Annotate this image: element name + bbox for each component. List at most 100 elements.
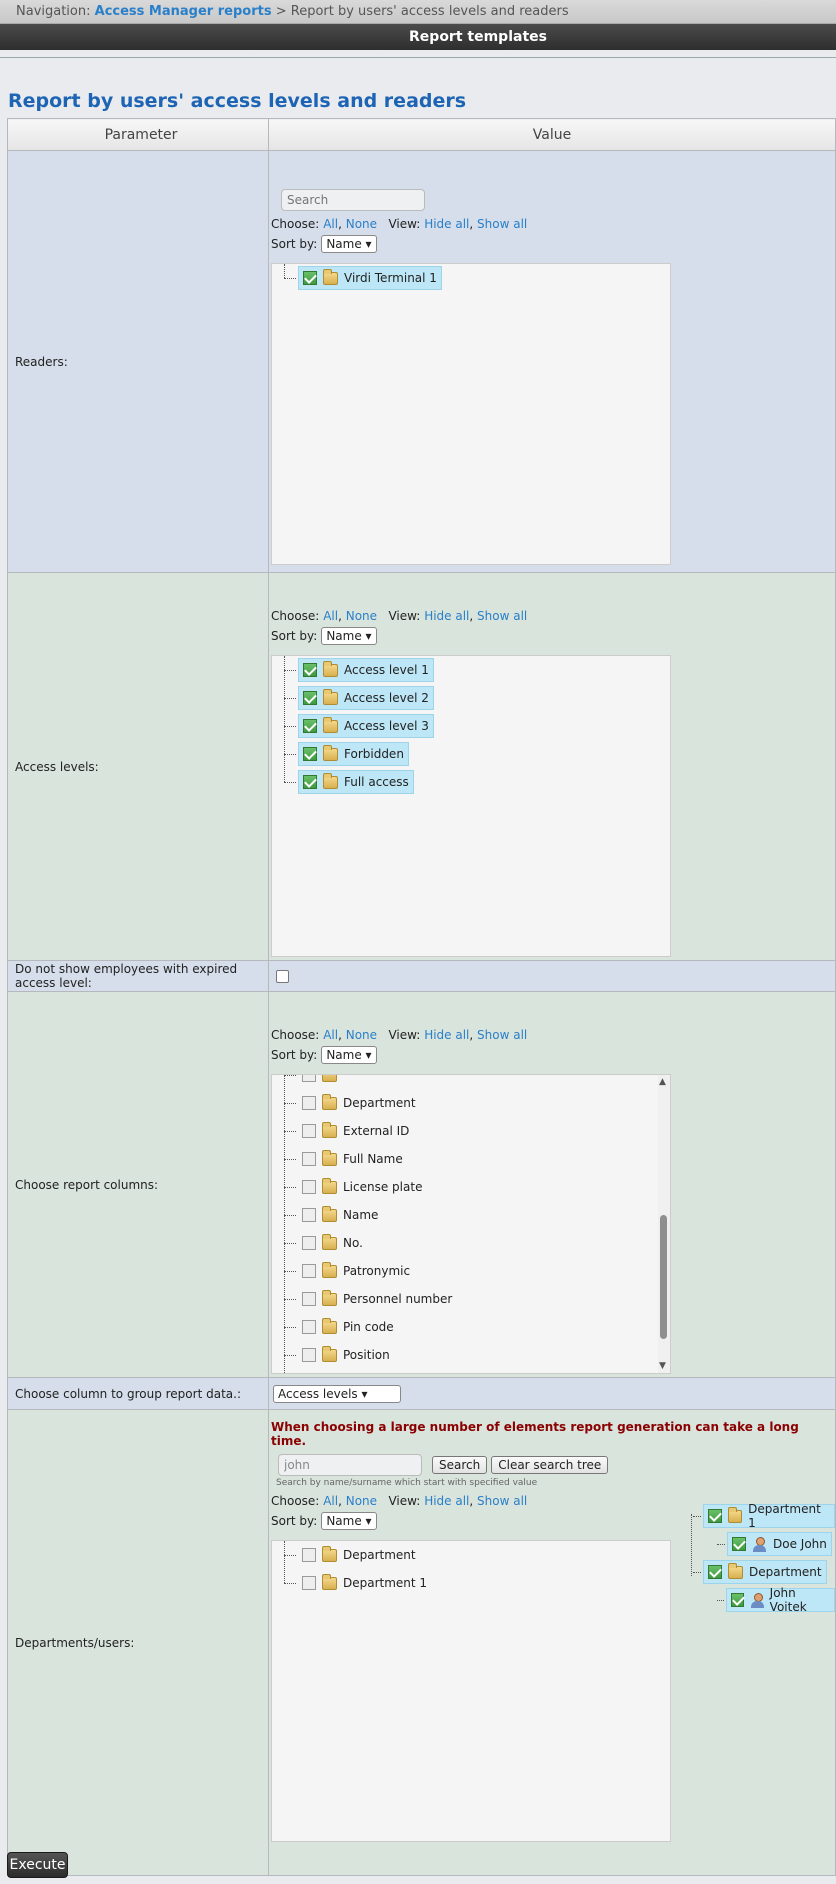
selected-user-node[interactable]: Doe John bbox=[727, 1532, 832, 1556]
access-level-node[interactable]: Access level 3 bbox=[298, 714, 434, 738]
departments-search-input[interactable] bbox=[278, 1454, 422, 1476]
access-level-node[interactable]: Forbidden bbox=[298, 742, 409, 766]
access-level-node[interactable]: Full access bbox=[298, 770, 414, 794]
access-choose-all-link[interactable]: All bbox=[323, 609, 338, 623]
checkbox-checked-icon[interactable] bbox=[303, 691, 317, 705]
department-node[interactable]: Department 1 bbox=[298, 1571, 431, 1595]
group-label: Choose column to group report data.: bbox=[7, 1377, 269, 1410]
tree-item: No. bbox=[272, 1229, 658, 1257]
folder-icon bbox=[323, 744, 338, 761]
columns-show-all-link[interactable]: Show all bbox=[477, 1028, 527, 1042]
reader-node[interactable]: Virdi Terminal 1 bbox=[298, 266, 442, 290]
access-level-node[interactable]: Access level 2 bbox=[298, 686, 434, 710]
readers-choose-all-link[interactable]: All bbox=[323, 217, 338, 231]
column-node[interactable]: No. bbox=[298, 1231, 367, 1255]
column-node[interactable]: Personnel number bbox=[298, 1287, 456, 1311]
expired-checkbox[interactable] bbox=[276, 970, 289, 983]
checkbox-empty-icon[interactable] bbox=[302, 1264, 316, 1278]
column-node[interactable]: Patronymic bbox=[298, 1259, 414, 1283]
readers-tree: Virdi Terminal 1 bbox=[271, 263, 671, 565]
execute-button[interactable]: Execute bbox=[7, 1852, 68, 1878]
checkbox-checked-icon[interactable] bbox=[707, 1509, 722, 1523]
checkbox-empty-icon[interactable] bbox=[302, 1124, 316, 1138]
columns-sort-select[interactable]: Name bbox=[321, 1046, 377, 1064]
column-node[interactable]: Full Name bbox=[298, 1147, 407, 1171]
nav-link-access-manager-reports[interactable]: Access Manager reports bbox=[95, 4, 272, 19]
checkbox-checked-icon[interactable] bbox=[731, 1593, 745, 1607]
scroll-down-arrow-icon[interactable]: ▼ bbox=[659, 1361, 666, 1371]
readers-show-all-link[interactable]: Show all bbox=[477, 217, 527, 231]
column-node[interactable]: Position bbox=[298, 1343, 394, 1367]
tree-item: Department bbox=[272, 1541, 670, 1569]
column-node[interactable]: Department bbox=[298, 1091, 420, 1115]
search-button[interactable]: Search bbox=[432, 1456, 488, 1474]
parameters-table: Parameter Value Readers: Choose: All, No… bbox=[7, 118, 836, 1876]
access-levels-value: Choose: All, None View: Hide all, Show a… bbox=[268, 572, 836, 961]
access-show-all-link[interactable]: Show all bbox=[477, 609, 527, 623]
checkbox-checked-icon[interactable] bbox=[708, 1565, 722, 1579]
departments-value: When choosing a large number of elements… bbox=[268, 1409, 836, 1876]
checkbox-checked-icon[interactable] bbox=[732, 1537, 746, 1551]
columns-choose-none-link[interactable]: None bbox=[346, 1028, 377, 1042]
access-level-node[interactable]: Access level 1 bbox=[298, 658, 434, 682]
tree-item: Access level 3 bbox=[272, 712, 670, 740]
readers-sort-select[interactable]: Name bbox=[321, 235, 377, 253]
departments-choose-all-link[interactable]: All bbox=[323, 1494, 338, 1508]
folder-icon bbox=[323, 660, 338, 677]
access-hide-all-link[interactable]: Hide all bbox=[424, 609, 469, 623]
columns-hide-all-link[interactable]: Hide all bbox=[424, 1028, 469, 1042]
column-node[interactable]: External ID bbox=[298, 1119, 413, 1143]
departments-sort-select[interactable]: Name bbox=[321, 1512, 377, 1530]
readers-search-input[interactable] bbox=[281, 189, 425, 211]
tree-item: Access level 2 bbox=[272, 684, 670, 712]
clear-search-tree-button[interactable]: Clear search tree bbox=[491, 1456, 609, 1474]
selected-user-node[interactable]: John Voitek bbox=[726, 1586, 835, 1614]
checkbox-empty-icon[interactable] bbox=[302, 1292, 316, 1306]
scroll-up-arrow-icon[interactable]: ▲ bbox=[659, 1077, 666, 1087]
departments-hide-all-link[interactable]: Hide all bbox=[424, 1494, 469, 1508]
tree-item: Department bbox=[272, 1089, 658, 1117]
checkbox-checked-icon[interactable] bbox=[303, 747, 317, 761]
checkbox-checked-icon[interactable] bbox=[303, 719, 317, 733]
readers-value: Choose: All, None View: Hide all, Show a… bbox=[268, 150, 836, 573]
checkbox-empty-icon[interactable] bbox=[302, 1180, 316, 1194]
group-select[interactable]: Access levels bbox=[273, 1384, 401, 1403]
access-sort-select[interactable]: Name bbox=[321, 627, 377, 645]
checkbox-empty-icon[interactable] bbox=[302, 1096, 316, 1110]
column-node[interactable]: License plate bbox=[298, 1175, 426, 1199]
user-icon bbox=[750, 1592, 764, 1608]
readers-choose-none-link[interactable]: None bbox=[346, 217, 377, 231]
checkbox-empty-icon[interactable] bbox=[302, 1152, 316, 1166]
departments-choose-none-link[interactable]: None bbox=[346, 1494, 377, 1508]
folder-icon bbox=[322, 1177, 337, 1194]
nav-prefix: Navigation: bbox=[16, 4, 91, 19]
checkbox-empty-icon[interactable] bbox=[302, 1576, 316, 1590]
department-node[interactable]: Department bbox=[298, 1543, 420, 1567]
departments-show-all-link[interactable]: Show all bbox=[477, 1494, 527, 1508]
column-node[interactable]: Pin code bbox=[298, 1315, 398, 1339]
columns-scrollbar[interactable]: ▲ ▼ bbox=[658, 1075, 670, 1373]
navigation-bar: Navigation: Access Manager reports > Rep… bbox=[0, 0, 836, 24]
checkbox-empty-icon[interactable] bbox=[302, 1075, 316, 1082]
column-node[interactable]: Name bbox=[298, 1203, 382, 1227]
checkbox-empty-icon[interactable] bbox=[302, 1320, 316, 1334]
readers-hide-all-link[interactable]: Hide all bbox=[424, 217, 469, 231]
tree-item: Pin code bbox=[272, 1313, 658, 1341]
checkbox-checked-icon[interactable] bbox=[303, 271, 317, 285]
scroll-thumb[interactable] bbox=[660, 1215, 667, 1339]
selected-department-node[interactable]: Department bbox=[703, 1560, 827, 1584]
access-choose-none-link[interactable]: None bbox=[346, 609, 377, 623]
checkbox-empty-icon[interactable] bbox=[302, 1548, 316, 1562]
checkbox-checked-icon[interactable] bbox=[303, 775, 317, 789]
tree-item: External ID bbox=[272, 1117, 658, 1145]
tree-item: Forbidden bbox=[272, 740, 670, 768]
checkbox-empty-icon[interactable] bbox=[302, 1208, 316, 1222]
selected-department-node[interactable]: Department 1 bbox=[702, 1502, 835, 1530]
columns-choose-all-link[interactable]: All bbox=[323, 1028, 338, 1042]
search-hint: Search by name/surname which start with … bbox=[276, 1478, 538, 1488]
tree-item: Access level 1 bbox=[272, 656, 670, 684]
checkbox-empty-icon[interactable] bbox=[302, 1348, 316, 1362]
checkbox-checked-icon[interactable] bbox=[303, 663, 317, 677]
folder-icon bbox=[322, 1261, 337, 1278]
checkbox-empty-icon[interactable] bbox=[302, 1236, 316, 1250]
